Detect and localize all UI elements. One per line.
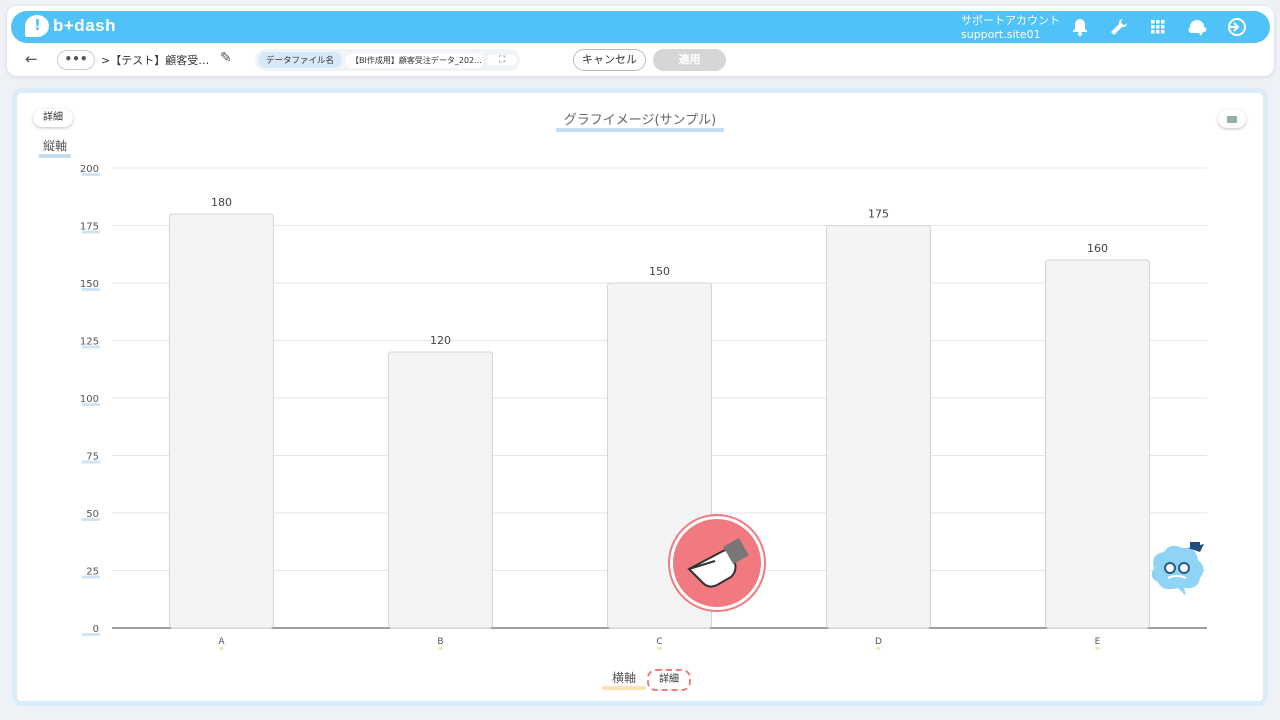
data-label: 180 bbox=[211, 196, 232, 209]
tutorial-pointer bbox=[670, 516, 764, 610]
y-tick-underline bbox=[82, 345, 100, 349]
app-logo[interactable]: b+dash bbox=[25, 15, 116, 37]
chart-title: グラフイメージ(サンプル) bbox=[17, 109, 1263, 132]
x-tick-underline bbox=[876, 647, 881, 650]
x-tick-label: D bbox=[875, 637, 882, 647]
data-label: 175 bbox=[868, 208, 889, 221]
y-tick-underline bbox=[82, 230, 100, 234]
data-label: 150 bbox=[649, 265, 670, 278]
edit-pencil-icon[interactable]: ✎ bbox=[220, 50, 232, 66]
assistant-mascot[interactable] bbox=[1144, 538, 1208, 600]
data-file-value[interactable]: 【BI作成用】顧客受注データ_202... bbox=[345, 52, 485, 68]
y-tick-underline bbox=[82, 575, 100, 579]
data-label: 120 bbox=[430, 334, 451, 347]
x-axis-label[interactable]: 横軸 bbox=[602, 669, 647, 690]
logo-icon bbox=[25, 15, 49, 37]
help-mascot-icon[interactable] bbox=[1186, 16, 1208, 38]
x-tick-underline bbox=[1095, 647, 1100, 650]
account-name: サポートアカウント bbox=[961, 14, 1060, 27]
data-file-selector[interactable]: データファイル名 【BI作成用】顧客受注データ_202... ⛶ bbox=[255, 49, 520, 71]
account-id: support.site01 bbox=[961, 28, 1041, 41]
chart-panel: 0 25 50 75 100 125 150 175 200 180 A 120 B 150 C 175 D 16… bbox=[12, 88, 1268, 706]
cancel-button[interactable]: キャンセル bbox=[573, 49, 646, 71]
label-toggle-icon bbox=[1227, 115, 1237, 123]
data-label-toggle-button[interactable] bbox=[1218, 110, 1246, 128]
x-tick-label: A bbox=[218, 637, 225, 647]
wrench-icon[interactable] bbox=[1108, 16, 1130, 38]
editor-toolbar: ← ••• >【テスト】顧客受… ✎ データファイル名 【BI作成用】顧客受注デ… bbox=[7, 46, 1274, 74]
x-tick-underline bbox=[219, 647, 224, 650]
mascot-brain-icon bbox=[1151, 542, 1204, 596]
back-arrow-icon[interactable]: ← bbox=[25, 50, 38, 68]
y-tick-underline bbox=[82, 460, 100, 464]
x-tick-label: E bbox=[1095, 637, 1101, 647]
y-tick-underline bbox=[82, 403, 100, 406]
y-tick-underline bbox=[82, 633, 100, 636]
apps-grid-icon[interactable] bbox=[1147, 16, 1169, 38]
apply-button[interactable]: 適用 bbox=[653, 49, 726, 71]
logo-text: b+dash bbox=[53, 16, 116, 35]
y-tick-underline bbox=[82, 288, 100, 291]
chart-title-text[interactable]: グラフイメージ(サンプル) bbox=[555, 113, 725, 132]
top-navigation-bar: b+dash サポートアカウント support.site01 bbox=[11, 11, 1270, 43]
x-axis-detail-button[interactable]: 詳細 bbox=[647, 669, 691, 691]
more-options-button[interactable]: ••• bbox=[57, 50, 95, 70]
bar bbox=[388, 351, 493, 629]
breadcrumb[interactable]: >【テスト】顧客受… bbox=[101, 52, 209, 68]
x-tick-underline bbox=[438, 647, 443, 650]
logout-icon[interactable] bbox=[1225, 16, 1247, 38]
bell-icon[interactable] bbox=[1069, 16, 1091, 38]
expand-icon[interactable]: ⛶ bbox=[487, 55, 517, 65]
header: b+dash サポートアカウント support.site01 ← bbox=[7, 6, 1274, 76]
x-tick-label: B bbox=[437, 637, 443, 647]
y-tick-underline bbox=[82, 518, 100, 521]
account-info[interactable]: サポートアカウント support.site01 bbox=[961, 14, 1060, 42]
data-file-label: データファイル名 bbox=[258, 52, 343, 68]
x-tick-underline bbox=[657, 647, 662, 650]
pointing-hand-icon bbox=[687, 537, 749, 588]
bar-chart: 0255075100125150175200180A120B150C175D16… bbox=[80, 164, 1207, 650]
bar bbox=[1045, 259, 1150, 629]
data-label: 160 bbox=[1087, 242, 1108, 255]
bar bbox=[826, 225, 931, 629]
y-tick-underline bbox=[82, 173, 100, 176]
bar bbox=[169, 213, 274, 629]
y-axis-label[interactable]: 縦軸 bbox=[39, 137, 72, 158]
x-tick-label: C bbox=[656, 637, 662, 647]
